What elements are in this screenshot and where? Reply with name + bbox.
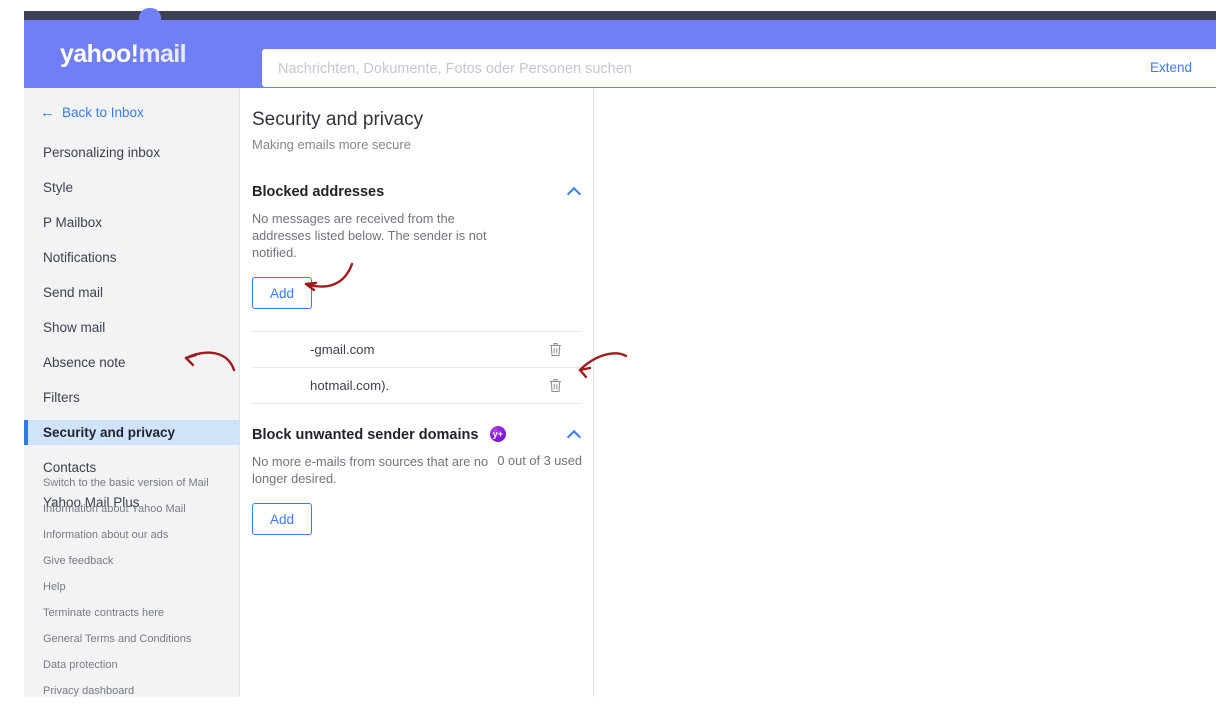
sidebar-item-security-and-privacy[interactable]: Security and privacy	[24, 420, 240, 445]
blocked-address-row: hotmail.com).	[252, 367, 582, 404]
settings-panel: Security and privacy Making emails more …	[240, 88, 594, 697]
footer-link-terms-and-conditions[interactable]: General Terms and Conditions	[24, 631, 240, 648]
blocked-addresses-description: No messages are received from the addres…	[252, 211, 487, 260]
domains-usage-count: 0 out of 3 used	[497, 453, 582, 468]
sidebar-item-personalizing-inbox[interactable]: Personalizing inbox	[24, 140, 240, 165]
logo-yahoo-text: yahoo	[60, 40, 131, 68]
block-domains-section: Block unwanted sender domains y+ No more…	[252, 425, 582, 535]
sidebar-item-show-mail[interactable]: Show mail	[24, 315, 240, 340]
block-domains-header: Block unwanted sender domains y+	[252, 425, 582, 446]
footer-link-privacy-dashboard[interactable]: Privacy dashboard	[24, 683, 240, 700]
yahoo-mail-logo[interactable]: yahoo!mail	[60, 40, 187, 69]
blocked-addresses-list: -gmail.com hotmail.com).	[252, 331, 582, 404]
footer-link-about-yahoo-mail[interactable]: Information about Yahoo Mail	[24, 501, 240, 518]
yahoo-plus-badge-icon: y+	[489, 425, 506, 442]
sidebar-item-filters[interactable]: Filters	[24, 385, 240, 410]
footer-link-terminate-contracts[interactable]: Terminate contracts here	[24, 605, 240, 622]
yahoo-mail-settings-screen: yahoo!mail Extend ← Back to Inbox Person…	[0, 0, 1216, 719]
page-subtitle: Making emails more secure	[252, 137, 411, 152]
blocked-address-text: hotmail.com).	[310, 378, 390, 393]
extend-link[interactable]: Extend	[1150, 60, 1192, 75]
blocked-addresses-section: Blocked addresses No messages are receiv…	[252, 183, 582, 404]
search-input[interactable]	[276, 49, 1040, 87]
page-title: Security and privacy	[252, 109, 424, 130]
back-to-inbox-link[interactable]: ← Back to Inbox	[40, 105, 144, 120]
footer-link-basic-version[interactable]: Switch to the basic version of Mail	[24, 475, 240, 492]
trash-icon[interactable]	[549, 378, 562, 393]
blocked-address-row: -gmail.com	[252, 331, 582, 367]
sidebar-item-notifications[interactable]: Notifications	[24, 245, 240, 270]
back-to-inbox-label: Back to Inbox	[62, 105, 144, 120]
arrow-left-icon: ←	[40, 104, 55, 121]
footer-link-about-our-ads[interactable]: Information about our ads	[24, 527, 240, 544]
block-domains-description: No more e-mails from sources that are no…	[252, 454, 489, 486]
add-blocked-address-button[interactable]: Add	[252, 277, 312, 309]
chevron-up-icon[interactable]	[568, 427, 582, 441]
add-blocked-domain-button[interactable]: Add	[252, 503, 312, 535]
settings-nav-list: Personalizing inbox Style P Mailbox Noti…	[24, 140, 240, 525]
blocked-addresses-header: Blocked addresses	[252, 183, 582, 203]
search-bar[interactable]: Extend	[262, 49, 1216, 87]
footer-link-give-feedback[interactable]: Give feedback	[24, 553, 240, 570]
footer-link-data-protection[interactable]: Data protection	[24, 657, 240, 674]
block-domains-title: Block unwanted sender domains	[252, 426, 479, 443]
footer-link-help[interactable]: Help	[24, 579, 240, 596]
blocked-address-text: -gmail.com	[310, 342, 375, 357]
sidebar-item-absence-note[interactable]: Absence note	[24, 350, 240, 375]
logo-mail-text: mail	[138, 40, 186, 68]
sidebar-footer-links: Switch to the basic version of Mail Info…	[24, 475, 240, 709]
sidebar-item-p-mailbox[interactable]: P Mailbox	[24, 210, 240, 235]
sidebar-item-send-mail[interactable]: Send mail	[24, 280, 240, 305]
sidebar-item-style[interactable]: Style	[24, 175, 240, 200]
app-header: yahoo!mail Extend	[24, 20, 1216, 88]
chevron-up-icon[interactable]	[568, 184, 582, 198]
settings-sidebar: ← Back to Inbox Personalizing inbox Styl…	[24, 88, 240, 697]
trash-icon[interactable]	[549, 342, 562, 357]
blocked-addresses-title: Blocked addresses	[252, 183, 385, 200]
browser-top-strip	[24, 11, 1216, 20]
